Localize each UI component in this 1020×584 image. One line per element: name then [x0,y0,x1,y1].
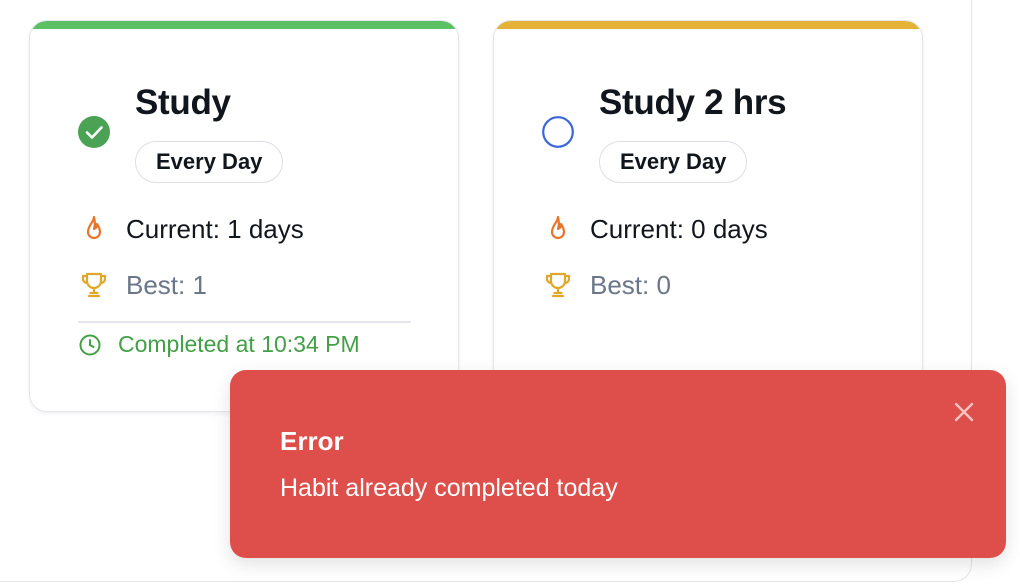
habit-title: Study 2 hrs [599,83,787,122]
current-streak-text: Current: 1 days [126,213,304,244]
current-streak: Current: 0 days [542,213,768,245]
habit-card: Study Every Day Current: 1 days Best: 1 [29,20,459,412]
toast-message: Habit already completed today [280,474,618,502]
habit-card-accent-bar [30,21,458,29]
error-toast: Error Habit already completed today [230,370,1006,558]
habit-card: Study 2 hrs Every Day Current: 0 days Be… [493,20,923,412]
best-streak-text: Best: 1 [126,269,207,300]
trophy-icon [542,269,574,301]
divider [78,321,411,323]
empty-circle-icon[interactable] [542,116,574,148]
completed-info: Completed at 10:34 PM [78,331,360,358]
flame-icon [78,213,110,245]
flame-icon [542,213,574,245]
completed-time-text: Completed at 10:34 PM [118,331,360,357]
best-streak: Best: 0 [542,269,671,301]
clock-icon [78,333,102,357]
current-streak-text: Current: 0 days [590,213,768,244]
frequency-badge: Every Day [599,141,748,183]
toast-title: Error [280,426,344,456]
frequency-badge: Every Day [135,141,284,183]
habit-card-accent-bar [494,21,922,29]
check-circle-icon[interactable] [78,116,110,148]
current-streak: Current: 1 days [78,213,304,245]
close-icon[interactable] [950,398,978,426]
trophy-icon [78,269,110,301]
best-streak-text: Best: 0 [590,269,671,300]
habit-title: Study [135,83,231,122]
best-streak: Best: 1 [78,269,207,301]
habits-page: Study Every Day Current: 1 days Best: 1 [0,0,1020,584]
